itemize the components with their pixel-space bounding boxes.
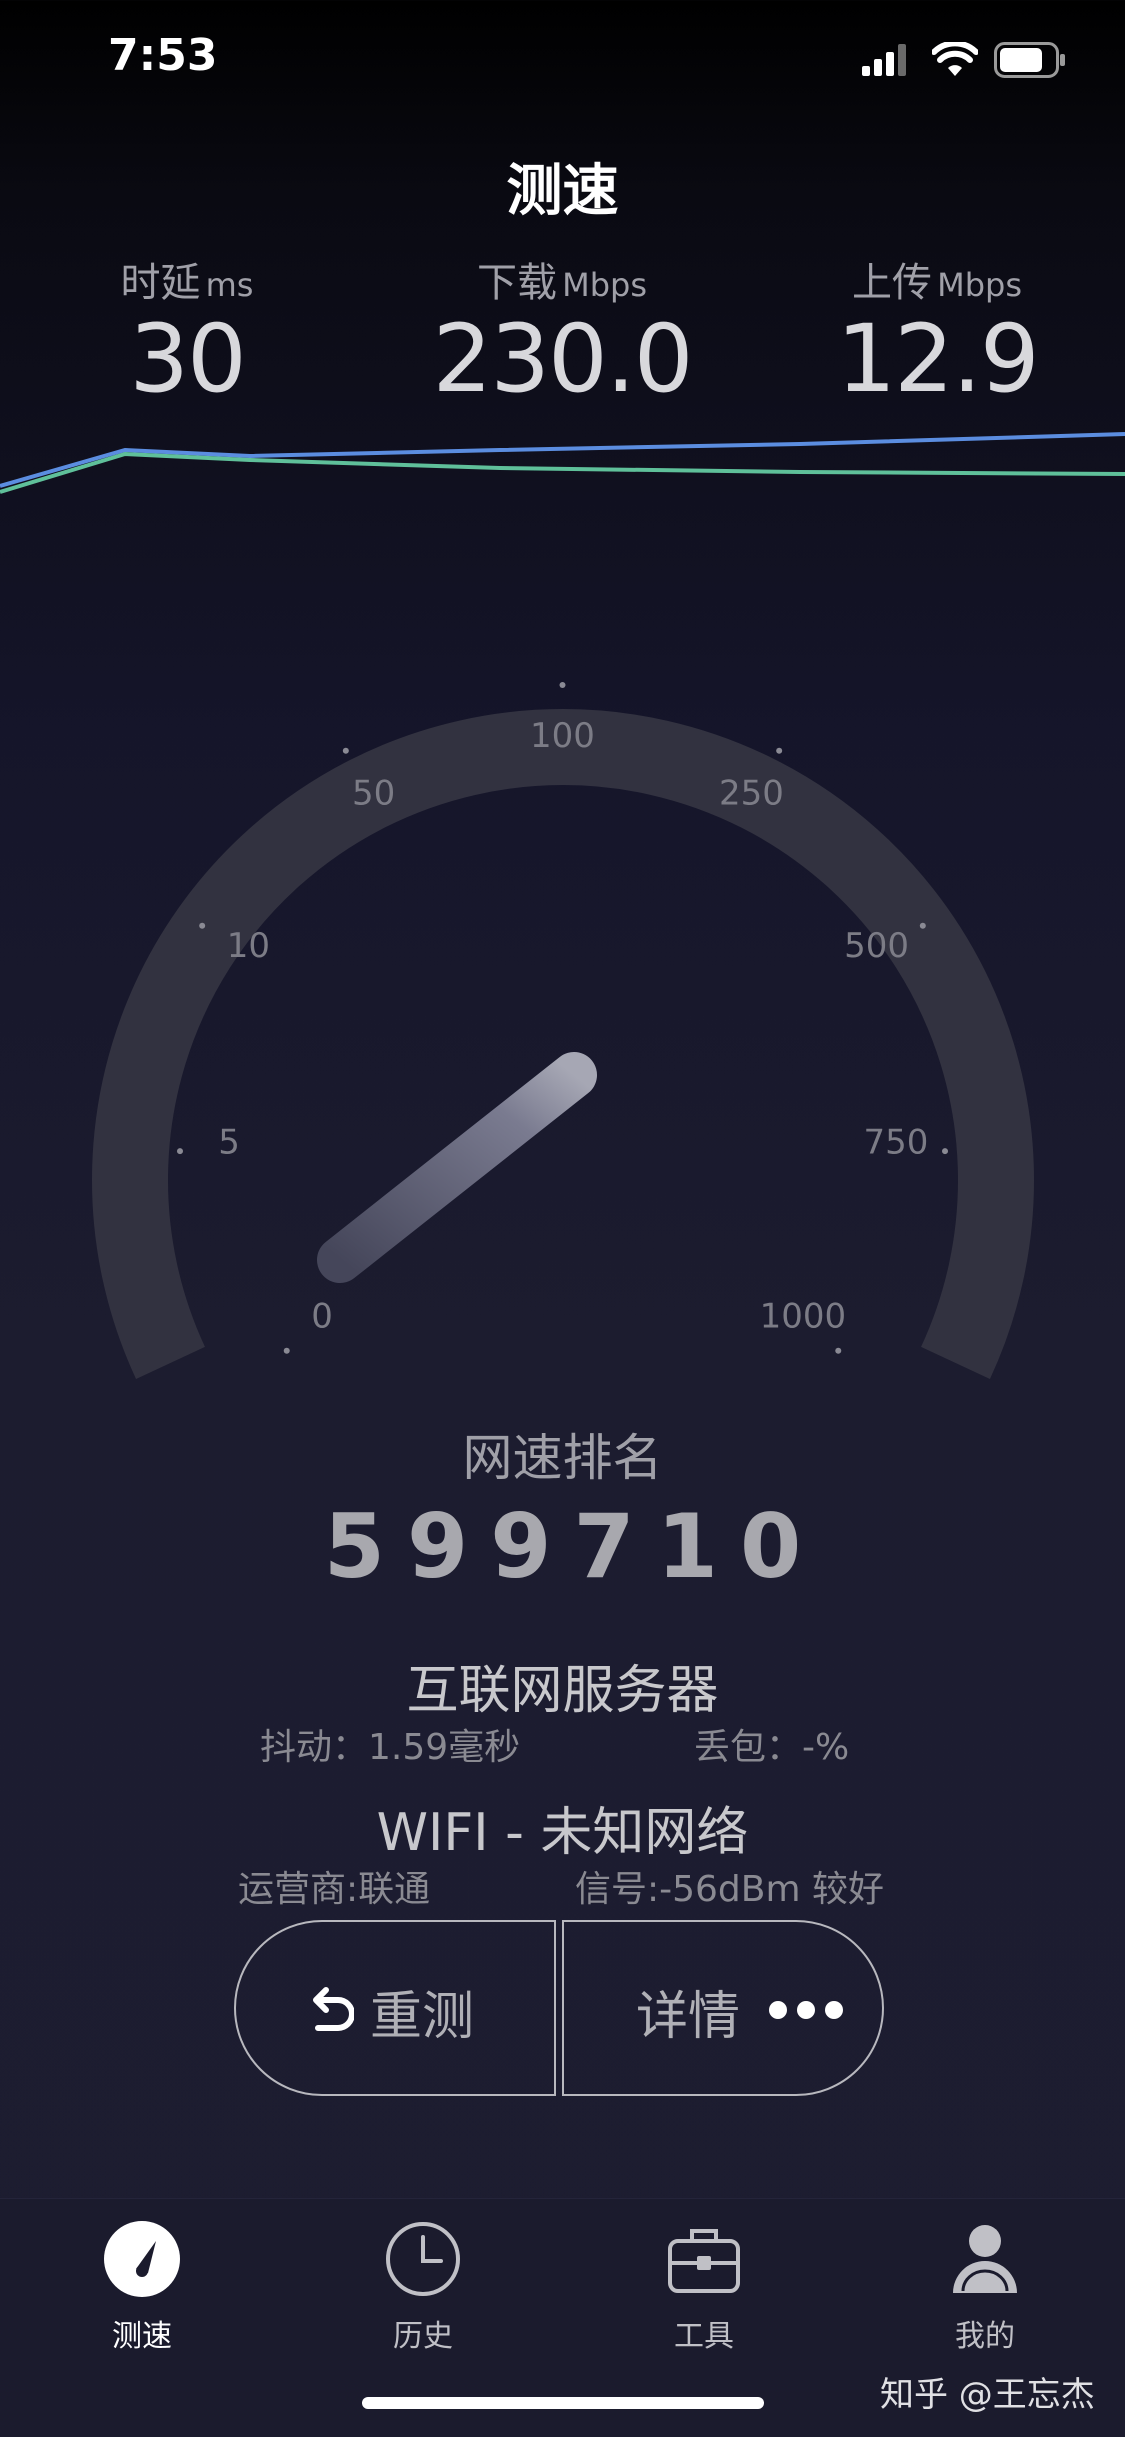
tab-history[interactable]: 历史 (323, 2219, 523, 2355)
download-value: 230.0 (432, 305, 693, 414)
upload-label: 上传 (852, 260, 932, 306)
gauge-tick (919, 922, 926, 929)
watermark: 知乎 @王忘杰 (880, 2375, 1095, 2415)
rank-value: 599710 (323, 1495, 824, 1598)
gauge-tick (835, 1347, 842, 1354)
gauge-needle (317, 1052, 597, 1283)
upload-unit: Mbps (937, 266, 1022, 304)
packet-loss-value: -% (802, 1727, 850, 1768)
page-title: 测速 (506, 159, 619, 224)
download-unit: Mbps (562, 266, 647, 304)
tab-speedtest[interactable]: 测速 (42, 2219, 242, 2355)
rank-label: 网速排名 (462, 1429, 663, 1487)
gauge-tick (176, 1148, 183, 1155)
download-trend-line (0, 432, 1125, 488)
home-indicator (362, 2397, 764, 2409)
server-name: 互联网服务器 (406, 1661, 719, 1721)
gauge-scale-label: 5 (218, 1122, 240, 1162)
speed-gauge: 0 5 10 50 100 250 500 750 1000 (92, 682, 1034, 1379)
gauge-scale-label: 0 (311, 1296, 333, 1336)
upload-metric: 上传 Mbps 12.9 (757, 250, 1117, 411)
upload-trend-line (0, 451, 1125, 494)
gauge-scale-label: 10 (227, 926, 270, 966)
gauge-tick (942, 1148, 949, 1155)
carrier-info: 运营商:联通 (238, 1869, 431, 1910)
gauge-tick (283, 1347, 290, 1354)
tab-tools-label: 工具 (674, 2319, 734, 2354)
latency-value: 30 (129, 305, 247, 414)
packet-loss-label: 丢包： (694, 1727, 803, 1768)
cellular-signal-icon (862, 44, 906, 76)
gauge-tick (199, 922, 206, 929)
gauge-scale-label: 100 (530, 716, 595, 756)
status-time: 7:53 (108, 30, 218, 81)
latency-unit: ms (205, 266, 254, 304)
tab-history-label: 历史 (393, 2319, 453, 2354)
tab-tools[interactable]: 工具 (604, 2219, 804, 2355)
status-bar: 7:53 (0, 0, 1125, 120)
signal-info: 信号:-56dBm 较好 (575, 1869, 884, 1910)
gauge-scale-label: 750 (864, 1122, 929, 1162)
gauge-tick (342, 747, 349, 754)
latency-label: 时延 (120, 260, 201, 306)
download-label: 下载 (477, 260, 557, 306)
upload-value: 12.9 (836, 305, 1039, 414)
retest-label: 重测 (370, 1987, 475, 2047)
gauge-scale-label: 500 (844, 926, 909, 966)
tab-speedtest-label: 测速 (112, 2319, 172, 2354)
gauge-tick (559, 682, 566, 688)
gauge-tick (776, 747, 783, 754)
toolbox-icon (668, 2229, 740, 2293)
details-label: 详情 (636, 1987, 741, 2047)
speedometer-icon (104, 2221, 180, 2297)
packet-loss-info: 丢包：-% (694, 1718, 849, 1770)
download-metric: 下载 Mbps 230.0 (382, 250, 742, 411)
tab-profile[interactable]: 我的 (885, 2219, 1085, 2355)
gauge-scale-label: 1000 (760, 1296, 847, 1336)
user-icon (953, 2225, 1017, 2293)
battery-icon (994, 42, 1065, 78)
tab-profile-label: 我的 (955, 2319, 1015, 2354)
latency-metric: 时延 ms 30 (7, 250, 367, 411)
gauge-scale-label: 50 (352, 773, 395, 813)
jitter-value: 1.59毫秒 (368, 1727, 521, 1768)
retest-icon (313, 1987, 354, 2031)
gauge-scale-label: 250 (719, 773, 784, 813)
jitter-info: 抖动：1.59毫秒 (260, 1718, 520, 1770)
more-dots-icon (769, 2001, 843, 2019)
details-button[interactable]: 详情 (562, 1920, 884, 2096)
wifi-icon (932, 42, 978, 76)
clock-icon (386, 2222, 460, 2296)
jitter-label: 抖动： (260, 1727, 369, 1768)
network-name: WIFI - 未知网络 (376, 1803, 749, 1863)
speed-history-graph (0, 432, 1125, 494)
retest-button[interactable]: 重测 (234, 1920, 556, 2096)
